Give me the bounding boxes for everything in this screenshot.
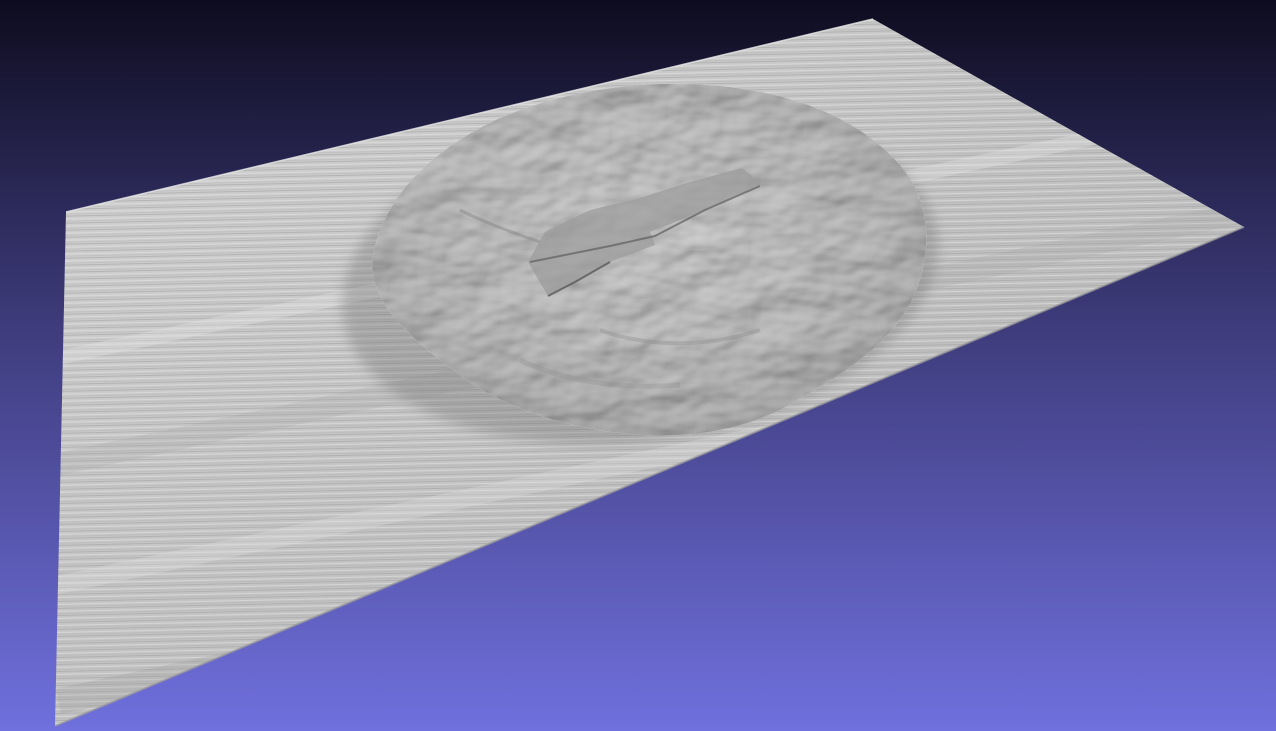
mesh-render[interactable] bbox=[0, 0, 1276, 731]
3d-viewport[interactable] bbox=[0, 0, 1276, 731]
